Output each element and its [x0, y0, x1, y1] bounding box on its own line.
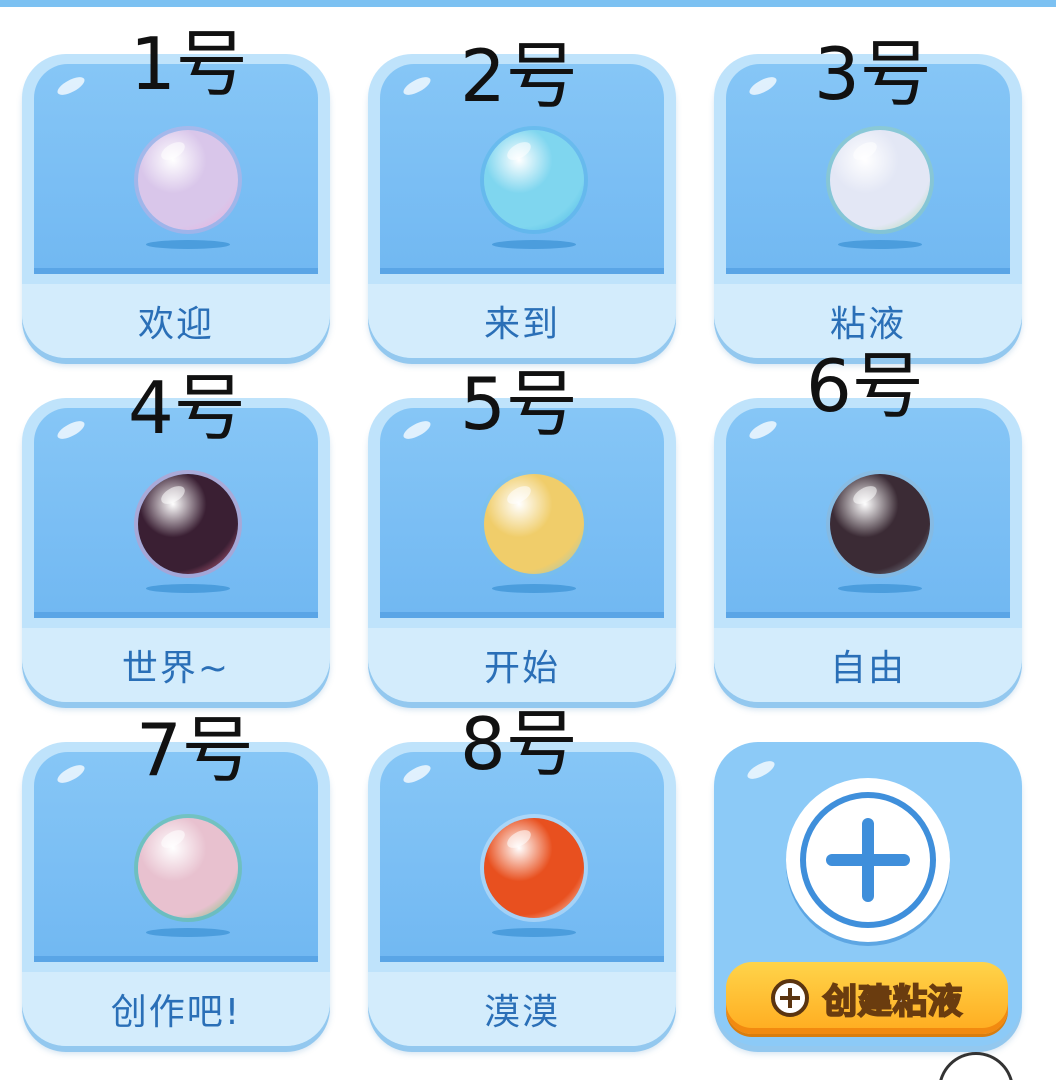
- slime-shadow: [146, 240, 230, 249]
- slime-name-label: 开始: [483, 648, 560, 689]
- slime-ball-5: [484, 474, 584, 574]
- slime-card-footer: 自由: [714, 628, 1022, 702]
- slot-number-label: 5号: [460, 362, 578, 446]
- slime-name-label: 世界~: [121, 648, 231, 689]
- plus-icon: [800, 792, 936, 928]
- add-slime-button[interactable]: [786, 778, 950, 942]
- slime-card-footer: 创作吧!: [22, 972, 330, 1046]
- slot-number-label: 4号: [128, 366, 246, 450]
- slime-name-label: 来到: [483, 304, 560, 345]
- slime-card-footer: 世界~: [22, 628, 330, 702]
- slot-number-label: 6号: [806, 344, 924, 428]
- slot-number-label: 1号: [130, 22, 248, 106]
- slime-shadow: [146, 584, 230, 593]
- slime-name-label: 粘液: [829, 304, 906, 345]
- plus-circle-icon: [771, 979, 809, 1017]
- slime-card-8[interactable]: 漠漠: [368, 742, 676, 1046]
- slime-card-footer: 来到: [368, 284, 676, 358]
- create-slime-button[interactable]: 创建粘液: [726, 962, 1008, 1034]
- slime-ball-3: [830, 130, 930, 230]
- slot-number-label: 3号: [814, 32, 932, 116]
- top-border: [0, 0, 1056, 7]
- slime-card-footer: 欢迎: [22, 284, 330, 358]
- slime-selection-screen: 欢迎 1号 来到 2号 粘液 3号 世界~ 4号 开始 5号 自由 6号 创作吧…: [0, 0, 1056, 1080]
- slot-number-label: 8号: [460, 702, 578, 786]
- slime-card-footer: 开始: [368, 628, 676, 702]
- slime-name-label: 创作吧!: [110, 992, 242, 1033]
- slime-card-6[interactable]: 自由: [714, 398, 1022, 702]
- slime-name-label: 自由: [829, 648, 906, 689]
- slime-shadow: [838, 240, 922, 249]
- slime-shadow: [492, 584, 576, 593]
- slime-ball-7: [138, 818, 238, 918]
- slime-shadow: [492, 928, 576, 937]
- slime-ball-8: [484, 818, 584, 918]
- slime-name-label: 欢迎: [137, 304, 214, 345]
- speech-bubble-icon: [938, 1052, 1014, 1080]
- slime-display-area: [726, 408, 1010, 618]
- slime-ball-6: [830, 474, 930, 574]
- slime-ball-4: [138, 474, 238, 574]
- slot-number-label: 2号: [460, 34, 578, 118]
- create-slime-card[interactable]: 创建粘液: [714, 742, 1022, 1046]
- slime-ball-1: [138, 130, 238, 230]
- slot-number-label: 7号: [136, 708, 254, 792]
- slime-card-footer: 漠漠: [368, 972, 676, 1046]
- slime-shadow: [146, 928, 230, 937]
- slime-shadow: [492, 240, 576, 249]
- slime-name-label: 漠漠: [483, 992, 560, 1033]
- slime-ball-2: [484, 130, 584, 230]
- create-slime-label: 创建粘液: [822, 981, 963, 1023]
- slime-shadow: [838, 584, 922, 593]
